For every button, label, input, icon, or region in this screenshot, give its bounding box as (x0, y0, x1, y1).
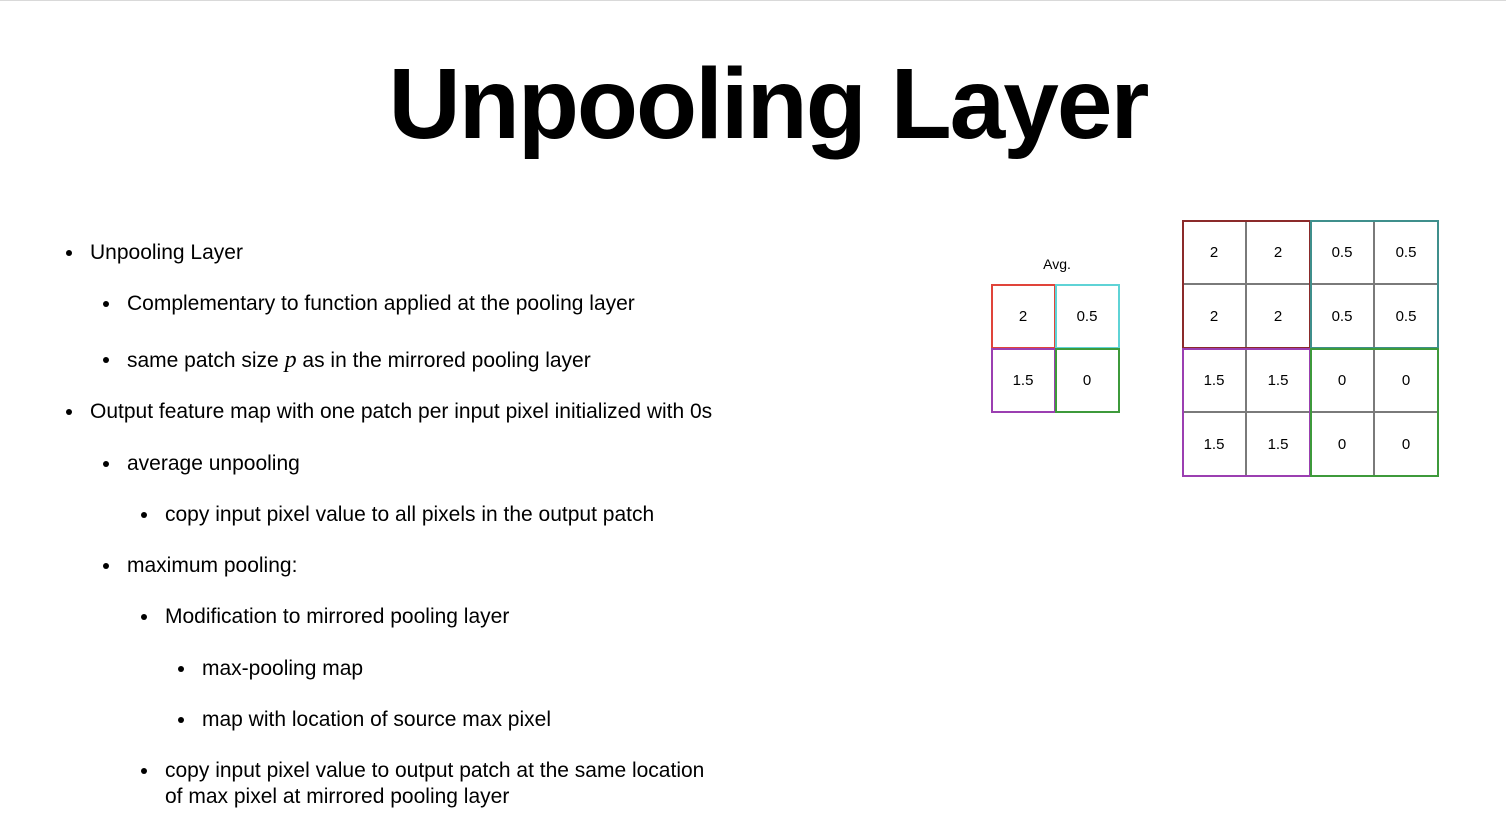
input-cell: 0.5 (1055, 284, 1119, 348)
bullet-item: Unpooling Layer (66, 240, 243, 266)
input-cell: 0 (1055, 348, 1119, 412)
output-cell: 2 (1246, 220, 1310, 284)
output-cell: 2 (1182, 220, 1246, 284)
bullet-text: max-pooling map (202, 657, 364, 680)
output-cell: 1.5 (1246, 412, 1310, 476)
output-cell: 1.5 (1182, 412, 1246, 476)
output-cell: 0.5 (1310, 284, 1374, 348)
bullet-text: Modification to mirrored pooling layer (165, 605, 510, 628)
bullet-dot-icon (103, 461, 109, 467)
bullet-text-part: as in the mirrored pooling layer (296, 349, 591, 372)
bullet-dot-icon (66, 250, 72, 256)
output-cell: 0.5 (1310, 220, 1374, 284)
output-cell: 1.5 (1246, 348, 1310, 412)
bullet-text: copy input pixel value to all pixels in … (165, 503, 655, 526)
bullet-text-part: same patch size (127, 349, 285, 372)
output-cell: 0 (1310, 348, 1374, 412)
bullet-item: max-pooling map (178, 656, 364, 682)
output-cell: 0.5 (1374, 284, 1438, 348)
bullet-text: map with location of source max pixel (202, 708, 551, 731)
output-cell: 0 (1374, 412, 1438, 476)
bullet-text: maximum pooling: (127, 554, 298, 577)
bullet-text: Unpooling Layer (90, 241, 243, 264)
bullet-dot-icon (178, 717, 184, 723)
bullet-list: Unpooling Layer Complementary to functio… (0, 0, 900, 838)
bullet-dot-icon (66, 409, 72, 415)
bullet-text-line: copy input pixel value to output patch a… (165, 759, 705, 782)
bullet-dot-icon (103, 357, 109, 363)
input-cell: 1.5 (991, 348, 1055, 412)
bullet-text: Complementary to function applied at the… (127, 292, 635, 315)
bullet-dot-icon (178, 666, 184, 672)
bullet-dot-icon (103, 563, 109, 569)
bullet-item: Modification to mirrored pooling layer (141, 604, 510, 630)
output-cell: 0 (1374, 348, 1438, 412)
input-grid-label: Avg. (1043, 256, 1071, 272)
output-cell: 2 (1246, 284, 1310, 348)
output-cell: 0.5 (1374, 220, 1438, 284)
bullet-text: Output feature map with one patch per in… (90, 400, 713, 423)
bullet-item: same patch size p as in the mirrored poo… (103, 347, 591, 374)
bullet-dot-icon (141, 768, 147, 774)
bullet-item: copy input pixel value to output patch a… (141, 758, 705, 810)
bullet-item: Complementary to function applied at the… (103, 291, 635, 317)
bullet-item: maximum pooling: (103, 553, 298, 579)
bullet-item: map with location of source max pixel (178, 707, 551, 733)
bullet-text-line: of max pixel at mirrored pooling layer (165, 785, 510, 808)
bullet-item: Output feature map with one patch per in… (66, 399, 713, 425)
bullet-dot-icon (141, 512, 147, 518)
output-cell: 1.5 (1182, 348, 1246, 412)
bullet-dot-icon (141, 614, 147, 620)
bullet-text: average unpooling (127, 452, 300, 475)
bullet-dot-icon (103, 301, 109, 307)
output-cell: 0 (1310, 412, 1374, 476)
input-cell: 2 (991, 284, 1055, 348)
bullet-item: average unpooling (103, 451, 300, 477)
output-cell: 2 (1182, 284, 1246, 348)
variable-p: p (284, 347, 297, 373)
bullet-item: copy input pixel value to all pixels in … (141, 502, 655, 528)
bullet-text: same patch size p as in the mirrored poo… (127, 347, 591, 374)
